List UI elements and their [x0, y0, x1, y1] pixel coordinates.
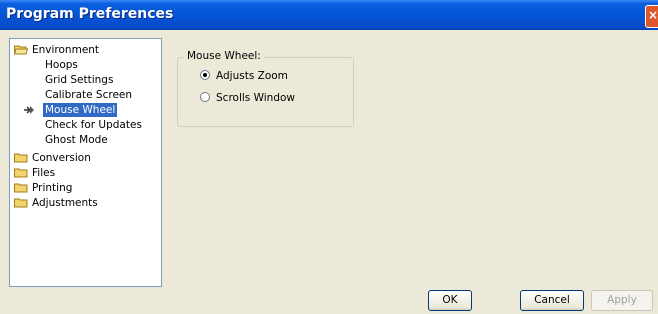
tree-item-label: Mouse Wheel: [43, 103, 118, 117]
ok-button[interactable]: OK: [428, 290, 472, 311]
tree-item-label: Calibrate Screen: [45, 89, 133, 101]
folder-icon: [14, 152, 28, 163]
settings-panel: Mouse Wheel: Adjusts Zoom Scrolls Window: [165, 38, 658, 287]
tree-item-label: Grid Settings: [45, 74, 114, 86]
tree-item-label: Conversion: [32, 152, 91, 164]
tree-item-label: Check for Updates: [45, 119, 142, 131]
cancel-button[interactable]: Cancel: [520, 290, 584, 311]
tree-item-label: Adjustments: [32, 197, 98, 209]
arrow-right-icon: [23, 104, 35, 116]
category-tree[interactable]: Environment Hoops Grid Settings Calibrat…: [9, 38, 162, 287]
mouse-wheel-group: Mouse Wheel: Adjusts Zoom Scrolls Window: [177, 50, 354, 127]
radio-label: Scrolls Window: [216, 92, 295, 104]
tree-item-label: Hoops: [45, 59, 78, 71]
open-folder-icon: [14, 44, 28, 55]
radio-label: Adjusts Zoom: [216, 70, 288, 82]
close-icon: ×: [648, 8, 658, 22]
apply-button[interactable]: Apply: [591, 290, 653, 311]
group-label: Mouse Wheel:: [184, 50, 264, 62]
folder-icon: [14, 197, 28, 208]
radio-button[interactable]: [200, 70, 210, 80]
tree-item-label: Environment: [32, 44, 100, 56]
window-title: Program Preferences: [6, 6, 174, 22]
tree-item-label: Ghost Mode: [45, 134, 108, 146]
folder-icon: [14, 182, 28, 193]
tree-item-label: Printing: [32, 182, 73, 194]
radio-button[interactable]: [200, 92, 210, 102]
tree-item-label: Files: [32, 167, 56, 179]
radio-selected-dot: [203, 73, 207, 77]
preferences-dialog: Program Preferences × Environment Hoops …: [0, 0, 658, 314]
title-bar[interactable]: Program Preferences ×: [0, 0, 658, 30]
folder-icon: [14, 167, 28, 178]
close-button[interactable]: ×: [645, 5, 658, 28]
